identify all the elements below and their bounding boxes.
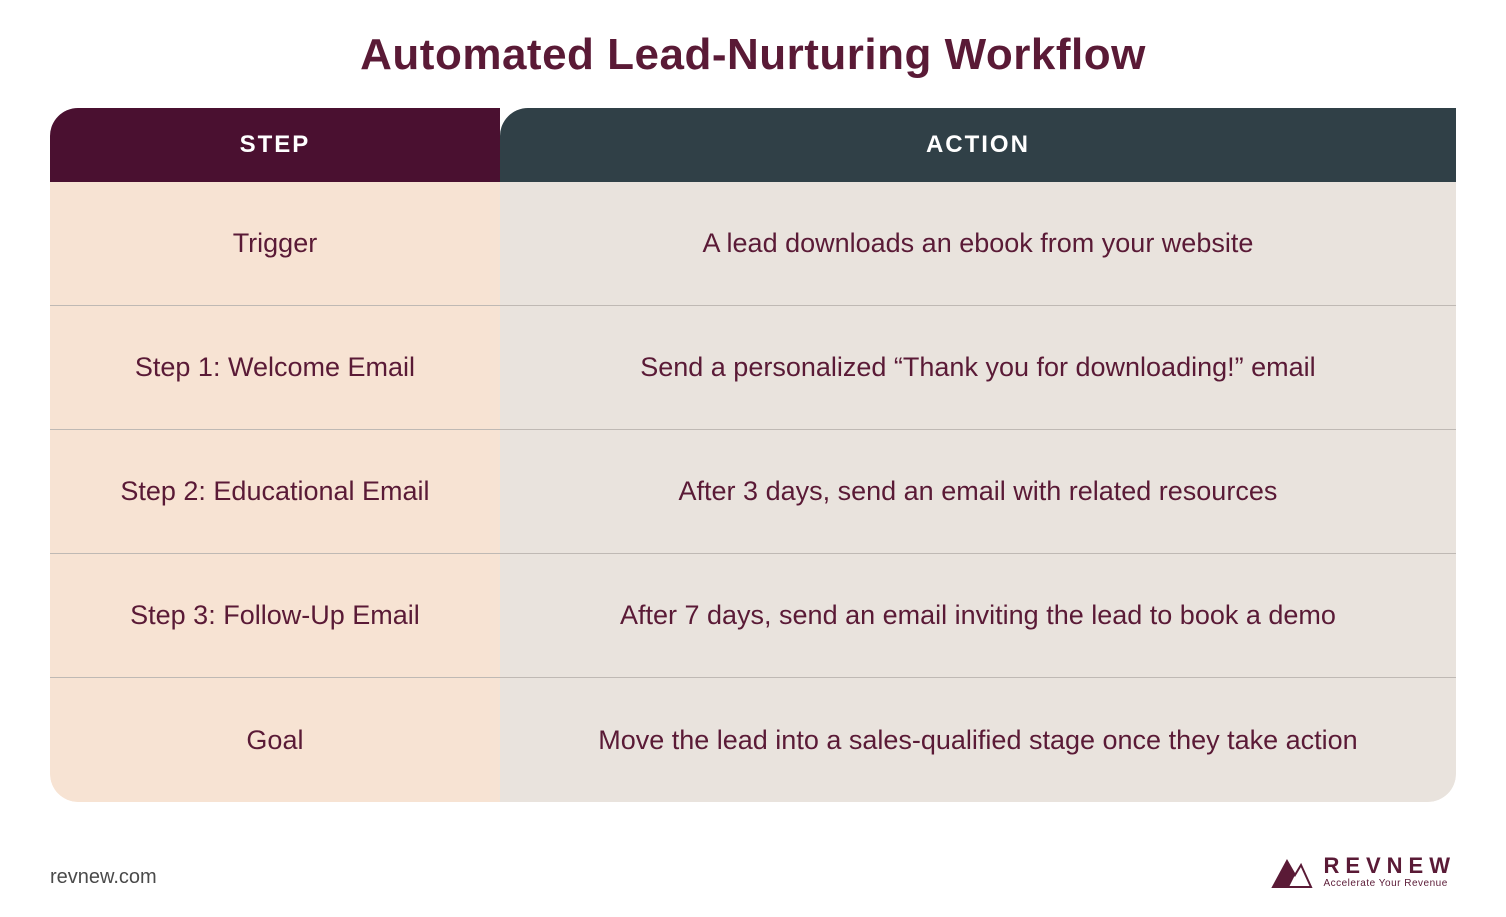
footer-logo: REVNEW Accelerate Your Revenue [1271, 855, 1456, 889]
table-row: Trigger [50, 182, 500, 306]
table-row: Step 3: Follow-Up Email [50, 554, 500, 678]
logo-tagline: Accelerate Your Revenue [1323, 879, 1456, 889]
logo-icon [1271, 855, 1313, 889]
logo-brand: REVNEW [1323, 855, 1456, 877]
table-row: Step 1: Welcome Email [50, 306, 500, 430]
table-row: A lead downloads an ebook from your webs… [500, 182, 1456, 306]
table-row: After 3 days, send an email with related… [500, 430, 1456, 554]
table-row: Goal [50, 678, 500, 802]
header-step: STEP [50, 108, 500, 182]
table-row: After 7 days, send an email inviting the… [500, 554, 1456, 678]
column-action: ACTION A lead downloads an ebook from yo… [500, 108, 1456, 802]
column-step: STEP Trigger Step 1: Welcome Email Step … [50, 108, 500, 802]
table-row: Step 2: Educational Email [50, 430, 500, 554]
page-title: Automated Lead-Nurturing Workflow [50, 30, 1456, 80]
table-row: Send a personalized “Thank you for downl… [500, 306, 1456, 430]
workflow-table: STEP Trigger Step 1: Welcome Email Step … [50, 108, 1456, 802]
footer: revnew.com REVNEW Accelerate Your Revenu… [50, 855, 1456, 889]
footer-url: revnew.com [50, 866, 157, 889]
table-row: Move the lead into a sales-qualified sta… [500, 678, 1456, 802]
logo-text: REVNEW Accelerate Your Revenue [1323, 855, 1456, 889]
header-action: ACTION [500, 108, 1456, 182]
